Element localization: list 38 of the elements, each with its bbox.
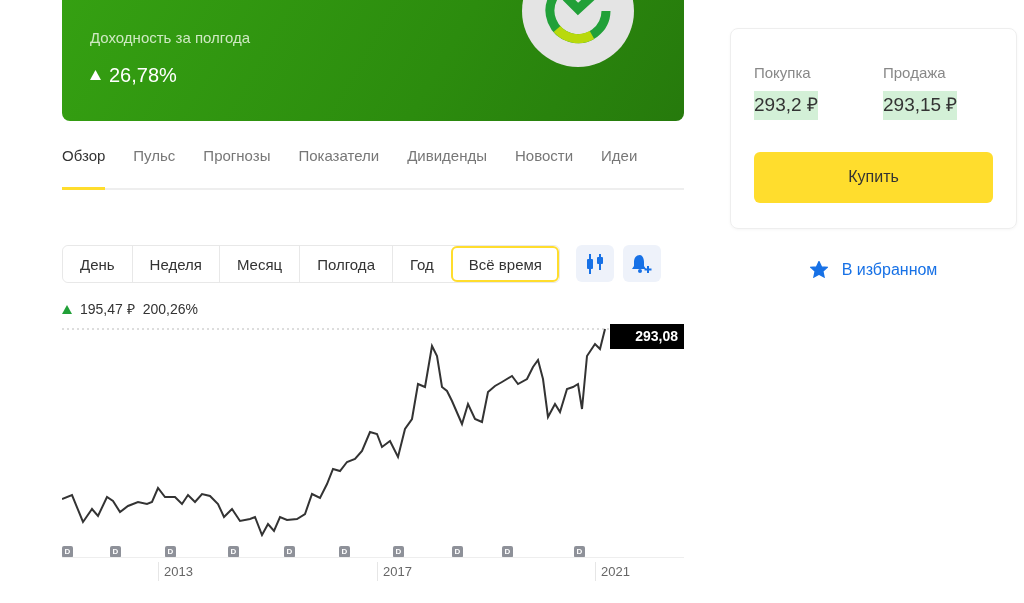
dividend-marker[interactable]: D	[574, 545, 585, 558]
tab[interactable]: Пульс	[133, 135, 176, 190]
dividend-marker[interactable]: D	[284, 545, 295, 558]
year-label: 2021	[595, 561, 630, 581]
tab[interactable]: Идеи	[601, 135, 638, 190]
alert-button[interactable]	[622, 245, 661, 282]
bell-plus-icon	[630, 253, 653, 274]
price-change: 195,47 ₽	[80, 299, 135, 319]
buy-price: 293,2 ₽	[754, 91, 818, 120]
percent-change: 200,26%	[142, 299, 198, 319]
yield-label: Доходность за полгода	[90, 28, 251, 48]
last-price-label: 293,08	[610, 323, 684, 349]
dividend-marker[interactable]: D	[452, 545, 463, 558]
year-label: 2017	[377, 561, 412, 581]
dividend-marker[interactable]: D	[228, 545, 239, 558]
period-button[interactable]: Всё время	[450, 245, 559, 282]
tab[interactable]: Дивиденды	[407, 135, 487, 190]
tab[interactable]: Обзор	[62, 135, 106, 190]
dividend-marker[interactable]: D	[339, 545, 350, 558]
dividend-marker[interactable]: D	[502, 545, 513, 558]
yield-value: 26,78%	[109, 63, 177, 88]
tab[interactable]: Прогнозы	[203, 135, 271, 190]
up-triangle-icon	[90, 70, 101, 80]
tab[interactable]: Новости	[515, 135, 574, 190]
sell-label: Продажа	[883, 63, 946, 83]
dividend-marker[interactable]: D	[165, 545, 176, 558]
dividend-marker[interactable]: D	[62, 545, 73, 558]
tab[interactable]: Показатели	[298, 135, 380, 190]
year-label: 2013	[158, 561, 193, 581]
dividend-marker[interactable]: D	[110, 545, 121, 558]
candlestick-icon	[584, 252, 605, 275]
buy-button[interactable]: Купить	[754, 151, 993, 203]
up-triangle-icon	[62, 304, 72, 314]
favorite-link[interactable]: В избранном	[803, 256, 944, 283]
dividend-marker[interactable]: D	[393, 545, 404, 558]
sell-price: 293,15 ₽	[883, 91, 958, 120]
buy-label: Покупка	[754, 63, 811, 83]
candlestick-button[interactable]	[575, 245, 614, 282]
